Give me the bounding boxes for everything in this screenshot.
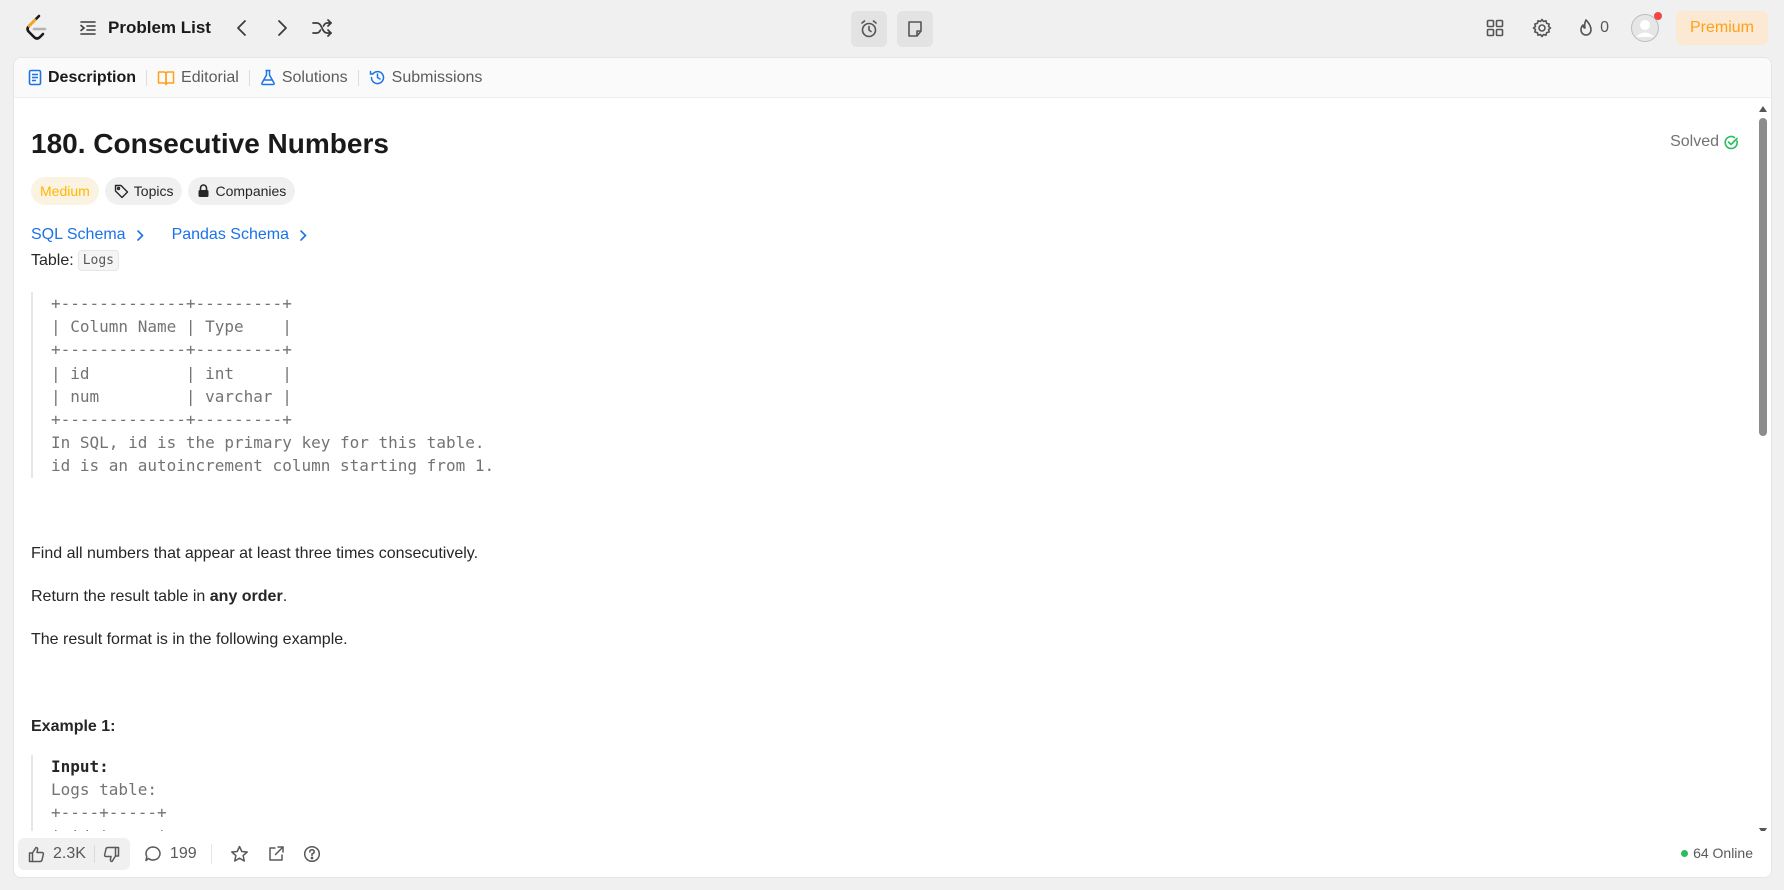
layout-grid-icon[interactable] bbox=[1484, 17, 1506, 39]
table-name-line: Table: Logs bbox=[31, 250, 120, 271]
tab-divider bbox=[248, 69, 250, 86]
example-input-label: Input: bbox=[51, 757, 109, 776]
note-icon bbox=[908, 21, 922, 37]
solved-status: Solved bbox=[1670, 133, 1739, 151]
book-icon bbox=[157, 70, 175, 85]
share-external-icon[interactable] bbox=[267, 845, 285, 863]
tab-divider bbox=[146, 69, 148, 86]
thumbs-down-icon bbox=[103, 846, 120, 862]
sql-schema-link[interactable]: SQL Schema bbox=[31, 226, 144, 244]
avatar[interactable] bbox=[1630, 12, 1662, 42]
top-nav: Problem List 0 Premium bbox=[0, 0, 1784, 56]
tag-icon bbox=[114, 184, 128, 198]
problem-list-icon[interactable] bbox=[78, 18, 98, 38]
schema-links: SQL Schema Pandas Schema bbox=[31, 226, 307, 244]
alarm-clock-icon bbox=[861, 20, 877, 38]
description-paragraph: Find all numbers that appear at least th… bbox=[31, 545, 479, 562]
flask-icon bbox=[260, 69, 275, 86]
dislike-button[interactable] bbox=[95, 846, 130, 863]
tab-divider bbox=[357, 69, 359, 86]
vote-group: 2.3K bbox=[18, 838, 130, 870]
problem-content: 180. Consecutive Numbers Solved Medium T… bbox=[31, 98, 1751, 832]
tab-description[interactable]: Description bbox=[28, 69, 136, 87]
like-count: 2.3K bbox=[53, 845, 86, 862]
shuffle-icon[interactable] bbox=[311, 17, 333, 39]
scroll-thumb[interactable] bbox=[1759, 118, 1767, 436]
problem-tags: Medium Topics Companies bbox=[31, 177, 296, 205]
example-code-block: Input: Logs table: +----+-----+ | id | n… bbox=[31, 755, 591, 832]
online-count: 64 Online bbox=[1693, 845, 1753, 861]
panel-tabs: Description Editorial Solutions Submissi… bbox=[14, 58, 1771, 98]
example-title: Example 1: bbox=[31, 718, 116, 735]
comment-count: 199 bbox=[169, 845, 197, 862]
lock-icon bbox=[198, 184, 209, 197]
table-name-code: Logs bbox=[77, 250, 120, 271]
tab-solutions[interactable]: Solutions bbox=[260, 69, 348, 87]
fire-icon bbox=[1580, 19, 1592, 36]
example-input-text: Logs table: +----+-----+ | id | num | bbox=[51, 780, 167, 832]
history-icon bbox=[369, 70, 384, 85]
notes-button[interactable] bbox=[897, 11, 933, 47]
notification-dot bbox=[1653, 12, 1662, 20]
schema-code-block: +-------------+---------+ | Column Name … bbox=[31, 292, 591, 478]
content-scrollbar[interactable] bbox=[1758, 106, 1768, 834]
problem-list-link[interactable]: Problem List bbox=[108, 18, 211, 38]
problem-title: 180. Consecutive Numbers bbox=[31, 128, 389, 159]
difficulty-badge: Medium bbox=[31, 177, 99, 205]
check-circle-icon bbox=[1724, 135, 1738, 149]
leetcode-logo-icon[interactable] bbox=[24, 14, 50, 42]
streak-counter[interactable]: 0 bbox=[1578, 18, 1609, 38]
description-panel: Description Editorial Solutions Submissi… bbox=[13, 57, 1772, 878]
chevron-right-icon bbox=[300, 229, 307, 241]
footer-divider bbox=[210, 844, 212, 864]
help-question-icon[interactable] bbox=[303, 845, 321, 863]
description-paragraph: Return the result table in any order. bbox=[31, 588, 288, 605]
comments-button[interactable]: 199 bbox=[144, 845, 197, 863]
favorite-star-icon[interactable] bbox=[230, 845, 249, 863]
topics-tag[interactable]: Topics bbox=[104, 177, 183, 205]
thumbs-up-icon bbox=[28, 846, 45, 862]
companies-tag[interactable]: Companies bbox=[188, 177, 296, 205]
timer-button[interactable] bbox=[851, 11, 887, 47]
prev-problem-icon[interactable] bbox=[231, 17, 253, 39]
scroll-up-arrow[interactable] bbox=[1759, 106, 1767, 112]
settings-gear-icon[interactable] bbox=[1531, 17, 1553, 39]
panel-footer: 2.3K 199 64 Online bbox=[14, 831, 1771, 877]
premium-button[interactable]: Premium bbox=[1675, 11, 1768, 45]
online-status-dot bbox=[1681, 849, 1689, 857]
next-problem-icon[interactable] bbox=[271, 17, 293, 39]
comment-icon bbox=[145, 846, 161, 862]
document-icon bbox=[28, 69, 42, 86]
description-paragraph: The result format is in the following ex… bbox=[31, 631, 348, 648]
online-indicator: 64 Online bbox=[1681, 845, 1753, 861]
tab-submissions[interactable]: Submissions bbox=[369, 69, 482, 87]
tab-editorial[interactable]: Editorial bbox=[157, 69, 239, 87]
chevron-right-icon bbox=[136, 229, 144, 241]
streak-count: 0 bbox=[1600, 19, 1609, 36]
pandas-schema-link[interactable]: Pandas Schema bbox=[172, 226, 307, 244]
like-button[interactable]: 2.3K bbox=[18, 845, 94, 863]
